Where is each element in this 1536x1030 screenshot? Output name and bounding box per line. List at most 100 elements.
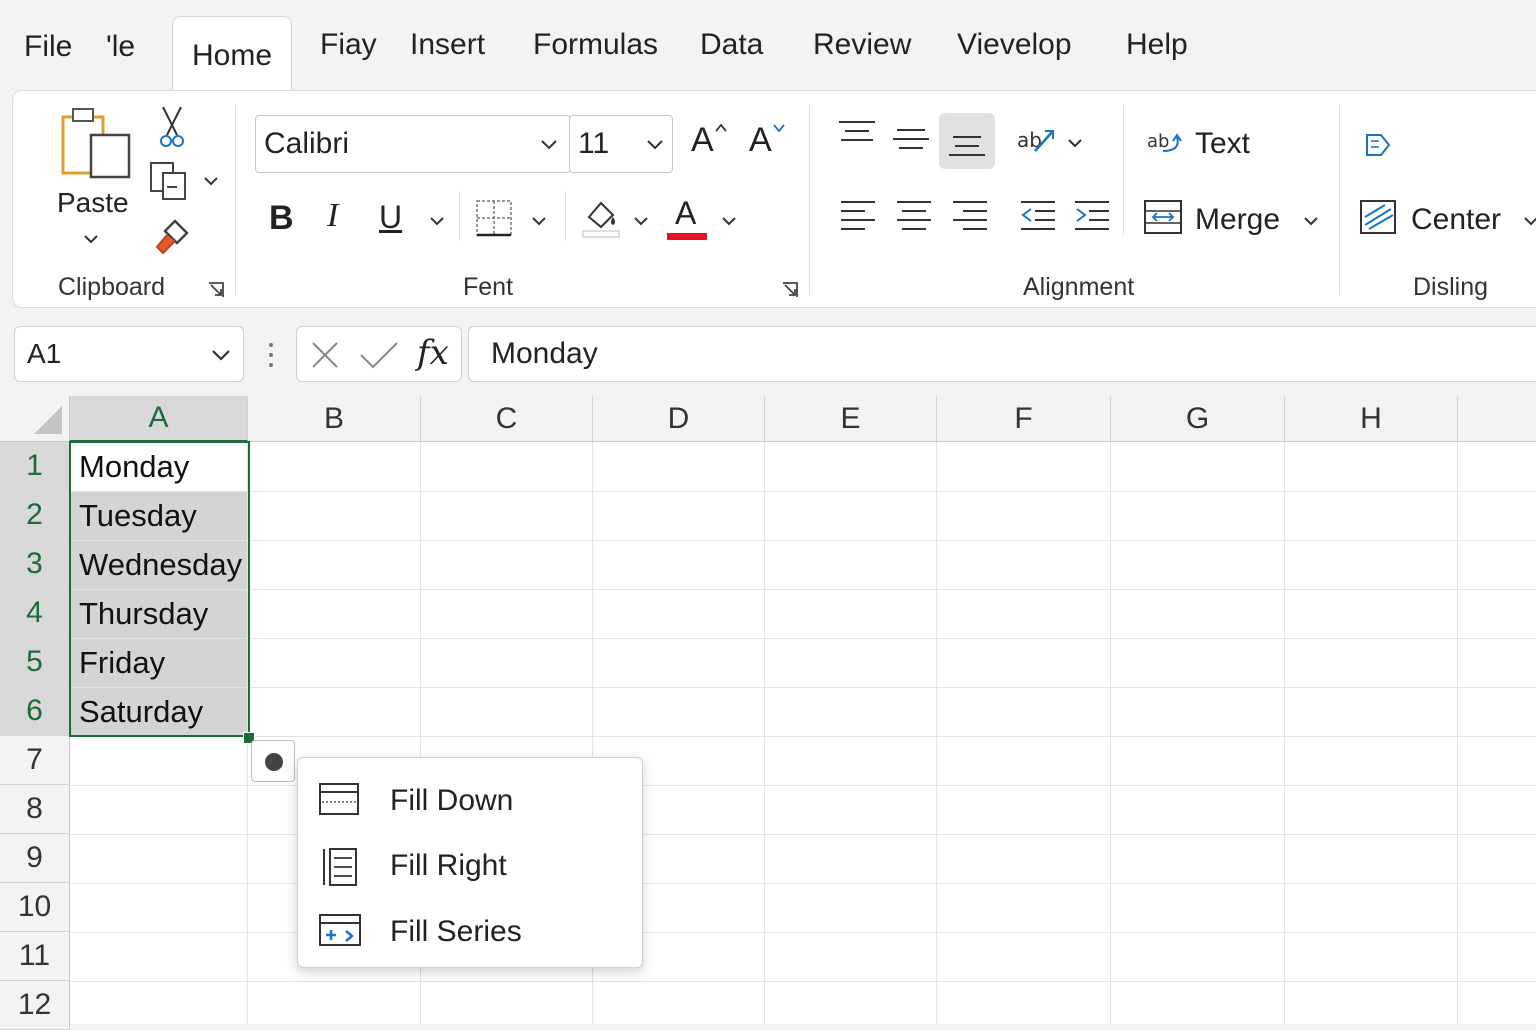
- merge-button[interactable]: Merge: [1195, 203, 1280, 237]
- more-dots-icon[interactable]: [266, 340, 276, 370]
- tab-formulas[interactable]: Formulas: [533, 28, 658, 62]
- paste-label: Paste: [57, 187, 129, 218]
- auto-fill-options-button[interactable]: [251, 740, 295, 782]
- column-header-d[interactable]: D: [593, 396, 765, 442]
- underline-button[interactable]: U: [379, 199, 402, 236]
- orientation-chevron-down-icon[interactable]: [1067, 137, 1083, 149]
- font-size-select[interactable]: 11: [569, 115, 673, 173]
- row-header-6[interactable]: 6: [0, 687, 70, 736]
- align-right-icon[interactable]: [951, 199, 989, 233]
- cancel-icon[interactable]: [311, 341, 339, 369]
- merge-icon[interactable]: [1143, 199, 1183, 235]
- separator: [809, 105, 810, 295]
- gridline: [70, 785, 1536, 786]
- column-header-h[interactable]: H: [1285, 396, 1458, 442]
- borders-icon[interactable]: [475, 199, 513, 237]
- fill-color-icon[interactable]: [581, 195, 621, 239]
- align-top-icon[interactable]: [837, 119, 877, 149]
- tab-file[interactable]: File: [24, 30, 72, 64]
- column-header-b[interactable]: B: [248, 396, 421, 442]
- align-middle-icon[interactable]: [891, 127, 931, 157]
- caret-up-icon: [715, 123, 727, 132]
- tab-data[interactable]: Data: [700, 28, 763, 62]
- gridline: [70, 883, 1536, 884]
- formula-input[interactable]: Monday: [468, 326, 1536, 382]
- gridline: [70, 491, 1536, 492]
- fill-color-chevron-down-icon[interactable]: [633, 215, 649, 227]
- insert-function-button[interactable]: fx: [417, 333, 449, 373]
- decrease-indent-icon[interactable]: [1019, 199, 1057, 233]
- alignment-group-label: Alignment: [1023, 273, 1135, 301]
- row-header-12[interactable]: 12: [0, 981, 70, 1030]
- tab-review[interactable]: Review: [813, 28, 911, 62]
- row-header-8[interactable]: 8: [0, 785, 70, 834]
- underline-chevron-down-icon[interactable]: [429, 215, 445, 227]
- italic-button[interactable]: I: [327, 197, 338, 235]
- column-header-c[interactable]: C: [421, 396, 593, 442]
- increase-indent-icon[interactable]: [1073, 199, 1111, 233]
- menu-item-fill-down[interactable]: Fill Down: [298, 770, 642, 834]
- row-header-3[interactable]: 3: [0, 540, 70, 589]
- font-color-swatch: [667, 233, 707, 240]
- wrap-text-button[interactable]: Text: [1195, 127, 1250, 161]
- align-bottom-icon: [949, 136, 985, 156]
- menu-item-fill-right[interactable]: Fill Right: [298, 835, 642, 899]
- font-group-label: Fent: [463, 273, 514, 301]
- name-box[interactable]: A1: [14, 326, 244, 382]
- separator: [1339, 105, 1340, 295]
- font-launcher-icon[interactable]: [781, 281, 799, 299]
- font-color-chevron-down-icon[interactable]: [721, 215, 737, 227]
- font-color-button[interactable]: A: [667, 195, 709, 243]
- row-header-5[interactable]: 5: [0, 638, 70, 687]
- row-header-7[interactable]: 7: [0, 736, 70, 785]
- separator: [459, 191, 460, 241]
- grow-font-button[interactable]: A: [691, 121, 733, 165]
- tab-help[interactable]: Help: [1126, 28, 1188, 62]
- align-left-icon[interactable]: [839, 199, 877, 233]
- paste-chevron-down-icon[interactable]: [83, 233, 99, 245]
- column-header-f[interactable]: F: [937, 396, 1111, 442]
- column-header-g[interactable]: G: [1111, 396, 1285, 442]
- gridline: [936, 442, 937, 1024]
- menu-item-fill-series[interactable]: Fill Series: [298, 901, 642, 965]
- column-header-a[interactable]: A: [70, 396, 248, 442]
- copy-icon[interactable]: [149, 161, 191, 201]
- orientation-icon[interactable]: ab: [1015, 121, 1059, 161]
- align-bottom-button[interactable]: [939, 113, 995, 169]
- shrink-font-button[interactable]: A: [749, 121, 791, 165]
- row-header-11[interactable]: 11: [0, 932, 70, 981]
- paste-button[interactable]: [57, 107, 137, 179]
- tab-home[interactable]: Home: [172, 16, 292, 90]
- center-icon[interactable]: [1359, 199, 1397, 235]
- tab-vievelop[interactable]: Vievelop: [957, 28, 1072, 62]
- column-header-e[interactable]: E: [765, 396, 937, 442]
- tab-le[interactable]: 'le: [106, 30, 135, 64]
- merge-chevron-down-icon[interactable]: [1303, 215, 1319, 227]
- row-header-10[interactable]: 10: [0, 883, 70, 932]
- center-chevron-down-icon[interactable]: [1523, 215, 1536, 227]
- bold-button[interactable]: B: [269, 199, 294, 238]
- align-center-icon[interactable]: [895, 199, 933, 233]
- column-header-next[interactable]: [1458, 396, 1536, 442]
- row-header-2[interactable]: 2: [0, 491, 70, 540]
- tab-insert[interactable]: Insert: [410, 28, 485, 62]
- clipboard-launcher-icon[interactable]: [207, 281, 225, 299]
- gridline: [70, 932, 1536, 933]
- cut-icon[interactable]: [157, 105, 187, 149]
- gridline: [764, 442, 765, 1024]
- wrap-text-icon[interactable]: ab: [1147, 125, 1185, 161]
- center-button[interactable]: Center: [1411, 203, 1501, 237]
- row-header-9[interactable]: 9: [0, 834, 70, 883]
- row-header-4[interactable]: 4: [0, 589, 70, 638]
- styles-icon[interactable]: [1363, 131, 1393, 161]
- font-name-select[interactable]: Calibri: [255, 115, 571, 173]
- tab-fiay[interactable]: Fiay: [320, 28, 377, 62]
- fill-right-label: Fill Right: [390, 849, 507, 882]
- borders-chevron-down-icon[interactable]: [531, 215, 547, 227]
- row-header-1[interactable]: 1: [0, 442, 70, 491]
- select-all-corner[interactable]: [0, 396, 70, 442]
- format-painter-icon[interactable]: [153, 217, 193, 257]
- copy-chevron-down-icon[interactable]: [203, 175, 219, 187]
- enter-check-icon[interactable]: [359, 341, 399, 369]
- fill-series-icon: [319, 914, 361, 946]
